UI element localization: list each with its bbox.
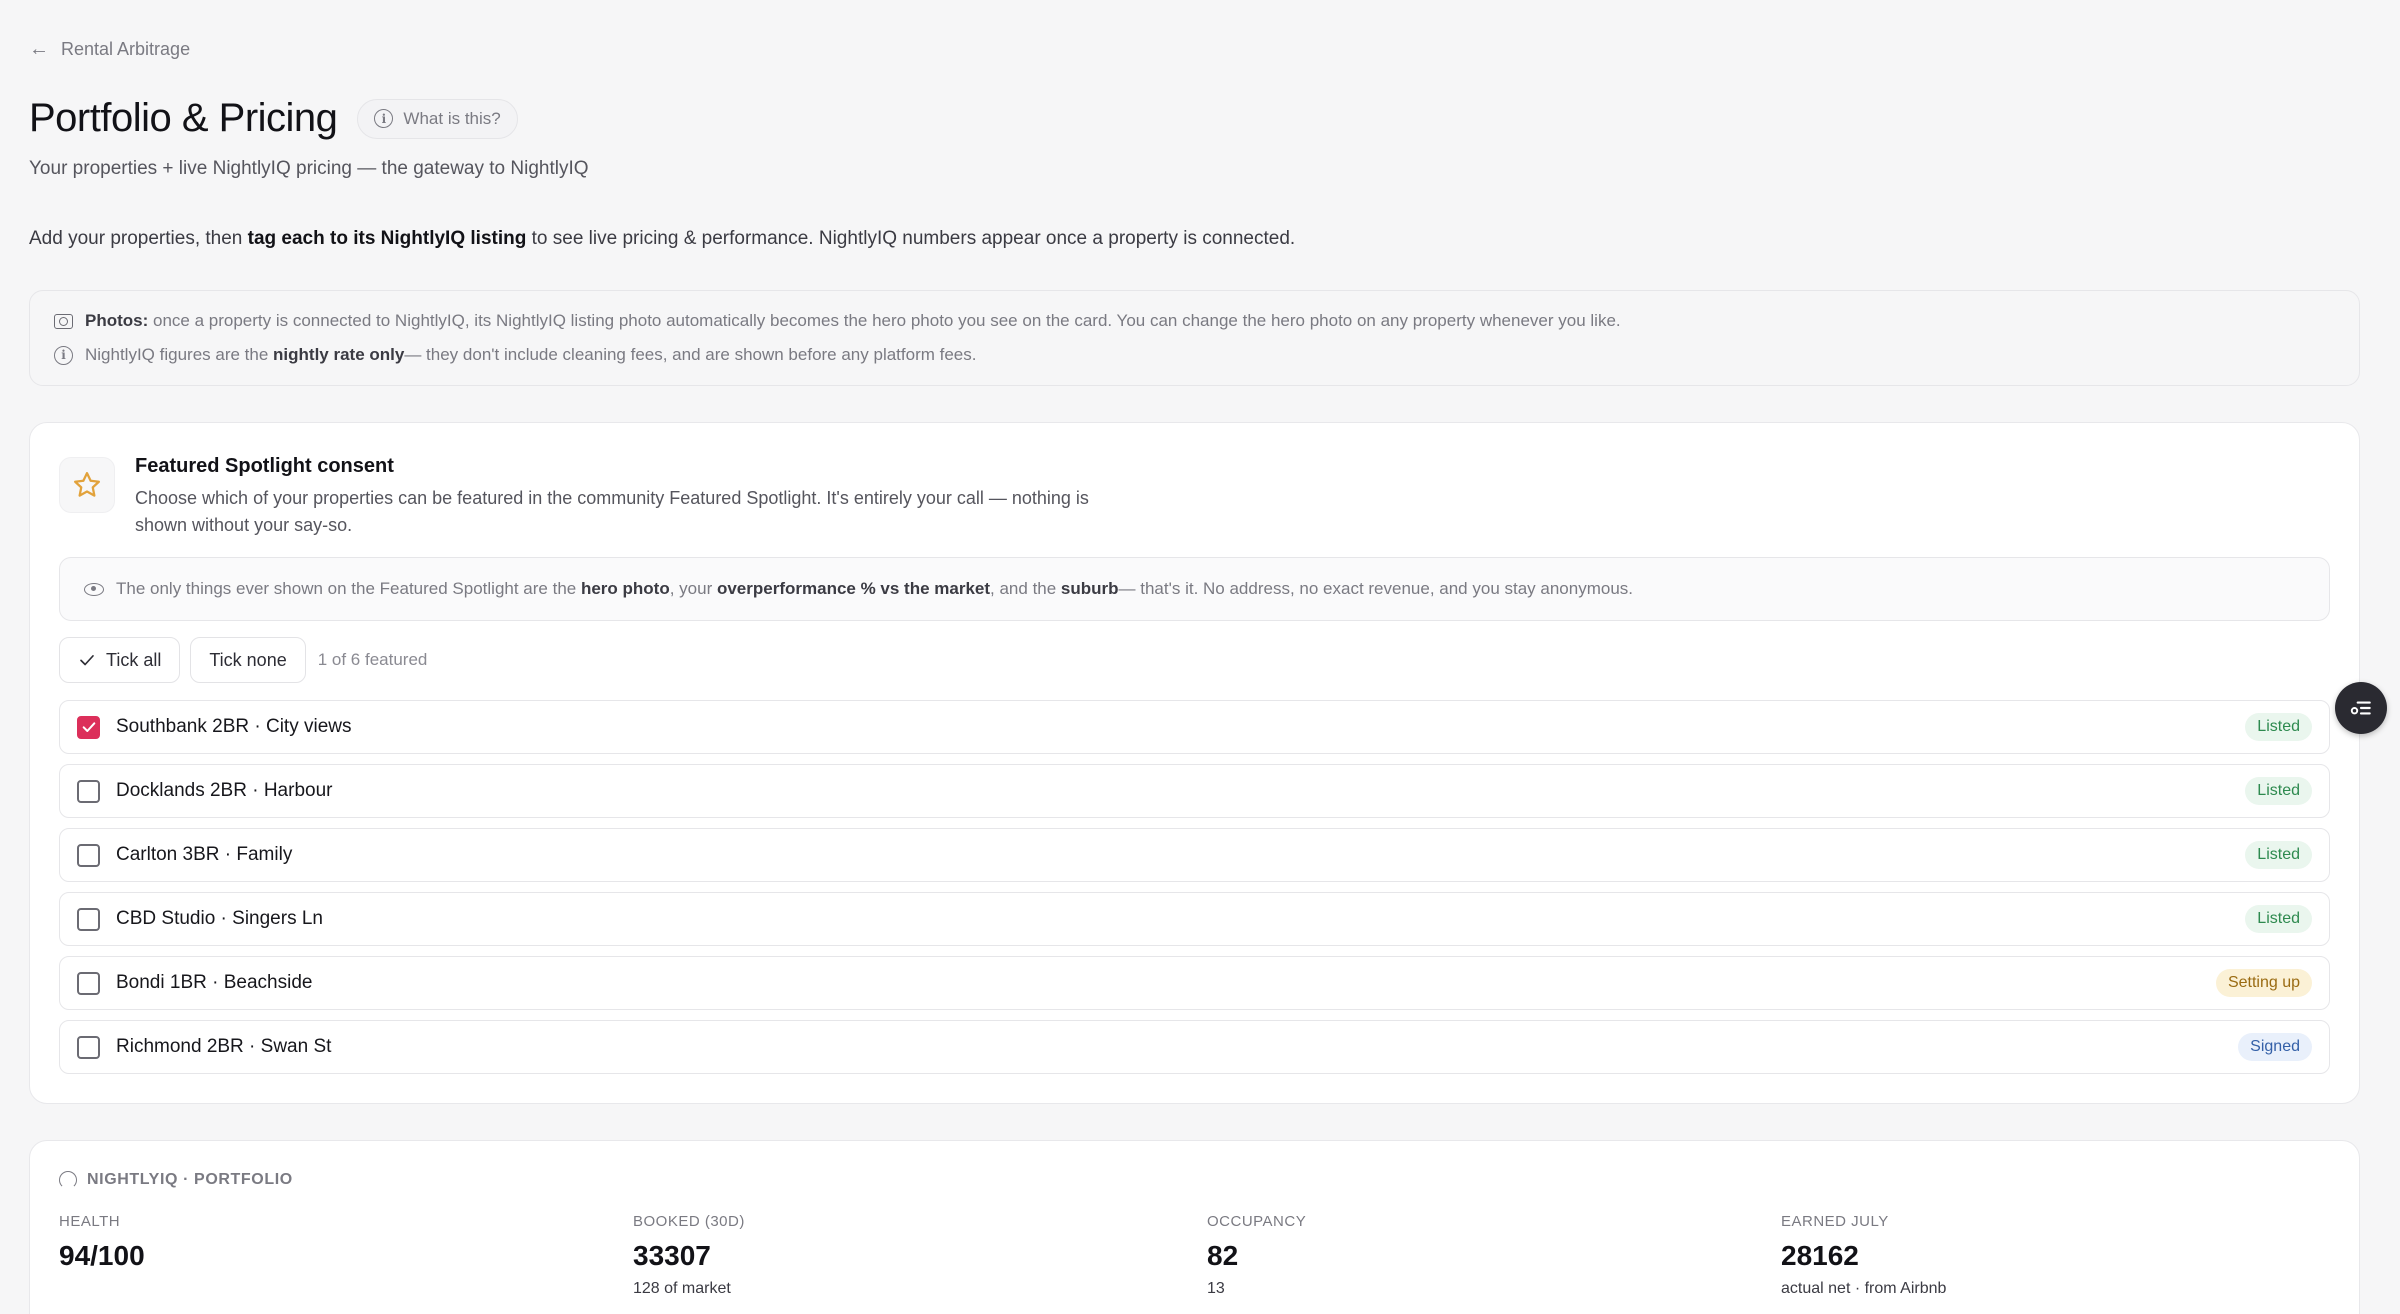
privacy-note: The only things ever shown on the Featur… — [59, 557, 2330, 621]
metric-label: BOOKED (30D) — [633, 1213, 745, 1230]
status-badge: Listed — [2245, 841, 2312, 869]
property-name: Docklands 2BR · Harbour — [116, 780, 333, 801]
spotlight-title: Featured Spotlight consent — [135, 455, 394, 477]
featured-count: 1 of 6 featured — [317, 650, 428, 669]
page: ← Rental Arbitrage Portfolio & Pricing i… — [0, 0, 2400, 1314]
title-row: Portfolio & Pricing i What is this? — [29, 96, 518, 141]
metric-value: 94/100 — [59, 1240, 145, 1271]
metric-value: 82 — [1207, 1240, 1239, 1271]
page-title: Portfolio & Pricing — [29, 96, 338, 140]
status-badge: Signed — [2238, 1033, 2312, 1061]
selection-controls: Tick all Tick none 1 of 6 featured — [59, 637, 427, 683]
privacy-t1: The only things ever shown on the Featur… — [116, 579, 581, 598]
rate-note-text: NightlyIQ figures are the nightly rate o… — [85, 345, 976, 365]
tick-none-label: Tick none — [209, 649, 287, 670]
property-list: Southbank 2BR · City views Listed Dockla… — [59, 700, 2330, 1084]
property-name: Carlton 3BR · Family — [116, 844, 293, 865]
rate-before: NightlyIQ figures are the — [85, 345, 274, 364]
portfolio-heading-label: NIGHTLYIQ · PORTFOLIO — [87, 1171, 293, 1188]
intro-before: Add your properties, then — [29, 228, 248, 249]
check-icon — [82, 722, 95, 732]
feedback-fab-button[interactable] — [2335, 682, 2387, 734]
privacy-t2: , your — [669, 579, 717, 598]
rate-note: i NightlyIQ figures are the nightly rate… — [54, 343, 2335, 367]
status-badge: Listed — [2245, 713, 2312, 741]
property-checkbox[interactable] — [77, 779, 100, 803]
photos-note-text: Photos: once a property is connected to … — [85, 311, 1621, 331]
tick-none-button[interactable]: Tick none — [190, 637, 306, 683]
rate-after: — they don't include cleaning fees, and … — [404, 345, 977, 364]
privacy-text: The only things ever shown on the Featur… — [116, 579, 1633, 599]
intro-after: to see live pricing & performance. Night… — [526, 228, 1296, 249]
intro-text: Add your properties, then tag each to it… — [29, 228, 1295, 250]
property-row[interactable]: Bondi 1BR · Beachside Setting up — [59, 956, 2330, 1010]
metric-label: OCCUPANCY — [1207, 1213, 1307, 1230]
spotlight-card: Featured Spotlight consent Choose which … — [29, 422, 2360, 1104]
property-checkbox[interactable] — [77, 907, 100, 931]
metric-value: 28162 — [1781, 1240, 1859, 1271]
property-name: Bondi 1BR · Beachside — [116, 972, 313, 993]
check-icon — [80, 655, 94, 666]
property-name: Richmond 2BR · Swan St — [116, 1036, 332, 1057]
property-checkbox[interactable] — [77, 1035, 100, 1059]
metric-sub: 128 of market — [633, 1280, 731, 1297]
metric-earned: EARNED JULY 28162 actual net · from Airb… — [1781, 1213, 2341, 1298]
property-row[interactable]: Carlton 3BR · Family Listed — [59, 828, 2330, 882]
arrow-left-icon: ← — [29, 38, 49, 60]
info-icon: i — [54, 345, 73, 365]
property-checkbox[interactable] — [77, 843, 100, 867]
camera-icon — [54, 313, 73, 329]
property-checkbox[interactable] — [77, 971, 100, 995]
metric-booked: BOOKED (30D) 33307 128 of market — [633, 1213, 1193, 1298]
spotlight-description: Choose which of your properties can be f… — [135, 488, 1089, 535]
metric-health: HEALTH 94/100 — [59, 1213, 619, 1272]
metric-sub: 13 — [1207, 1280, 1225, 1297]
metric-sub: actual net · from Airbnb — [1781, 1280, 1947, 1297]
privacy-b2: overperformance % vs the market — [716, 579, 991, 598]
breadcrumb[interactable]: ← Rental Arbitrage — [29, 38, 190, 61]
privacy-b3: suburb — [1060, 579, 1119, 598]
status-badge: Listed — [2245, 905, 2312, 933]
property-row[interactable]: Docklands 2BR · Harbour Listed — [59, 764, 2330, 818]
what-is-this-button[interactable]: i What is this? — [357, 98, 518, 139]
privacy-t4: — that's it. No address, no exact revenu… — [1118, 579, 1634, 598]
privacy-b1: hero photo — [580, 579, 670, 598]
rate-bold: nightly rate only — [273, 345, 405, 364]
photos-text: once a property is connected to NightlyI… — [148, 311, 1621, 330]
property-row[interactable]: Southbank 2BR · City views Listed — [59, 700, 2330, 754]
eye-icon — [84, 582, 104, 596]
property-row[interactable]: Richmond 2BR · Swan St Signed — [59, 1020, 2330, 1074]
metric-label: EARNED JULY — [1781, 1213, 1889, 1230]
property-row[interactable]: CBD Studio · Singers Ln Listed — [59, 892, 2330, 946]
star-icon-box — [59, 457, 115, 513]
metric-occupancy: OCCUPANCY 82 13 — [1207, 1213, 1767, 1298]
breadcrumb-label: Rental Arbitrage — [61, 39, 191, 59]
page-subtitle: Your properties + live NightlyIQ pricing… — [29, 158, 589, 179]
metric-label: HEALTH — [59, 1213, 121, 1230]
tick-all-button[interactable]: Tick all — [59, 637, 181, 683]
info-icon: i — [374, 109, 394, 128]
status-badge: Setting up — [2215, 969, 2312, 997]
gauge-icon — [59, 1171, 77, 1189]
portfolio-heading: NIGHTLYIQ · PORTFOLIO — [59, 1171, 293, 1189]
portfolio-card: NIGHTLYIQ · PORTFOLIO HEALTH 94/100 BOOK… — [29, 1140, 2360, 1314]
property-name: CBD Studio · Singers Ln — [116, 908, 323, 929]
list-settings-icon — [2350, 701, 2371, 715]
star-icon — [74, 472, 100, 497]
privacy-t3: , and the — [990, 579, 1061, 598]
what-is-this-label: What is this? — [403, 108, 501, 128]
photos-bold: Photos: — [85, 311, 149, 330]
intro-bold: tag each to its NightlyIQ listing — [247, 228, 527, 249]
photos-note: Photos: once a property is connected to … — [54, 309, 2335, 333]
notes-box: Photos: once a property is connected to … — [29, 290, 2360, 386]
property-name: Southbank 2BR · City views — [116, 716, 352, 737]
property-checkbox[interactable] — [77, 715, 100, 739]
tick-all-label: Tick all — [106, 649, 162, 670]
status-badge: Listed — [2245, 777, 2312, 805]
metric-value: 33307 — [633, 1240, 711, 1271]
